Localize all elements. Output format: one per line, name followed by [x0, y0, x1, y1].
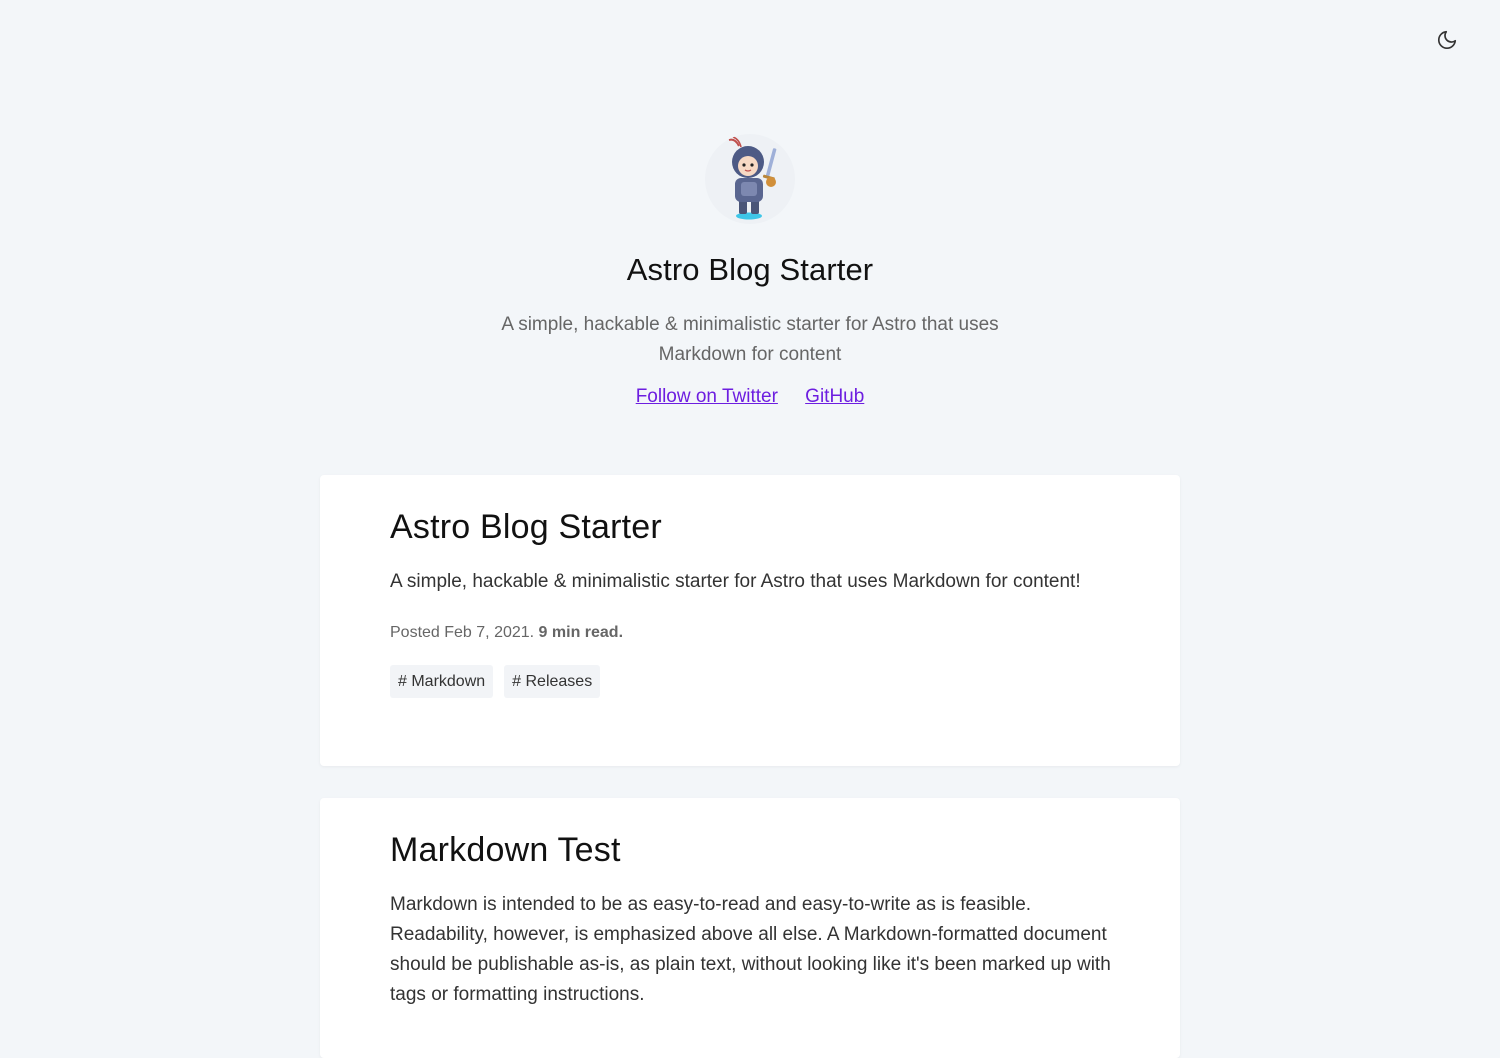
site-description: A simple, hackable & minimalistic starte… [501, 314, 999, 365]
github-link[interactable]: GitHub [805, 386, 864, 407]
post-card[interactable]: Astro Blog Starter A simple, hackable & … [320, 475, 1180, 766]
tag-list: # Markdown # Releases [390, 665, 601, 698]
post-excerpt: A simple, hackable & minimalistic starte… [390, 571, 1081, 592]
moon-icon [1437, 30, 1457, 50]
post-card[interactable]: Markdown Test Markdown is intended to be… [320, 798, 1180, 1058]
site-title: Astro Blog Starter [626, 252, 874, 287]
read-time: 9 min read. [538, 624, 624, 641]
astronaut-avatar [728, 136, 777, 220]
post-date: Posted Feb 7, 2021. [390, 624, 539, 641]
post-title[interactable]: Astro Blog Starter [390, 508, 662, 547]
tag-markdown[interactable]: # Markdown [390, 665, 494, 698]
post-meta: Posted Feb 7, 2021. 9 min read. [390, 624, 623, 642]
avatar [705, 134, 795, 224]
twitter-link[interactable]: Follow on Twitter [636, 386, 778, 407]
theme-toggle-button[interactable] [1433, 26, 1461, 54]
social-links: Follow on Twitter GitHub [0, 386, 1500, 408]
post-title[interactable]: Markdown Test [390, 831, 621, 870]
tag-releases[interactable]: # Releases [504, 665, 601, 698]
post-excerpt: Markdown is intended to be as easy-to-re… [390, 894, 1111, 1005]
